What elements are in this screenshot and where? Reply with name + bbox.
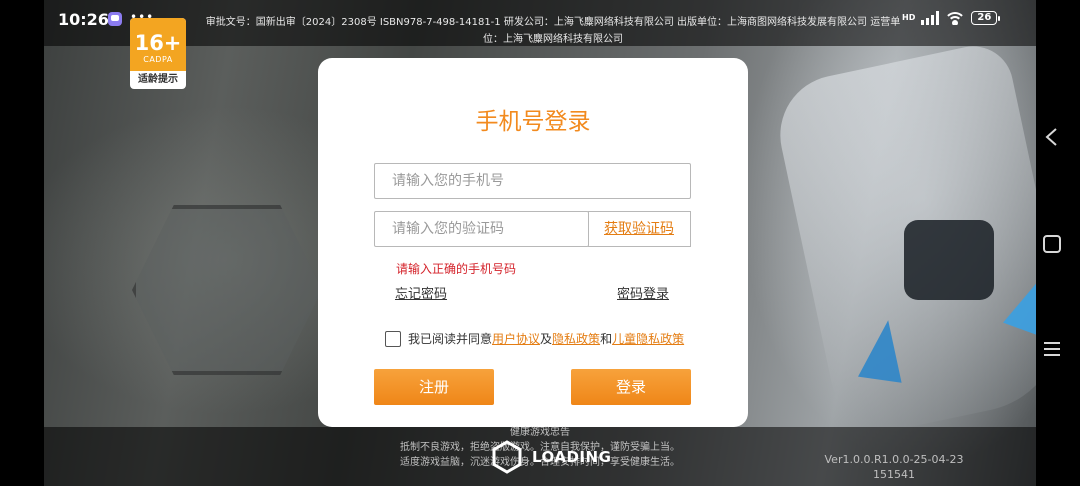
agreement-prefix: 我已阅读并同意 <box>408 332 493 346</box>
version-info: Ver1.0.0.R1.0.0-25-04-23 151541 <box>812 452 976 482</box>
loading-indicator: LOADING <box>490 440 611 474</box>
agreement-and-2: 和 <box>600 332 613 346</box>
phone-field[interactable] <box>374 163 691 199</box>
login-button[interactable]: 登录 <box>571 369 691 405</box>
password-login-link[interactable]: 密码登录 <box>617 283 669 302</box>
error-message: 请输入正确的手机号码 <box>396 262 517 276</box>
get-code-button[interactable]: 获取验证码 <box>588 211 691 247</box>
age-rating-label: 适龄提示 <box>138 74 178 85</box>
back-chevron-icon[interactable] <box>1041 126 1063 148</box>
background-armor-plate <box>769 38 1036 442</box>
agreement-row: 我已阅读并同意 用户协议 及 隐私政策 和 儿童隐私政策 <box>385 330 684 347</box>
login-dialog: 手机号登录 获取验证码 请输入正确的手机号码 忘记密码 密码登录 我已阅读并同意… <box>318 58 748 427</box>
phone-input[interactable] <box>375 164 690 198</box>
status-time: 10:26 <box>58 10 109 29</box>
loading-text: LOADING <box>532 448 612 466</box>
age-rating-org: CADPA <box>143 55 173 64</box>
child-privacy-link[interactable]: 儿童隐私政策 <box>612 330 684 347</box>
notification-app-icon <box>108 12 122 26</box>
age-rating: 16+ <box>134 31 182 55</box>
user-agreement-link[interactable]: 用户协议 <box>492 330 540 347</box>
register-button[interactable]: 注册 <box>374 369 494 405</box>
wifi-icon <box>945 11 966 25</box>
forgot-password-link[interactable]: 忘记密码 <box>395 283 447 302</box>
privacy-policy-link[interactable]: 隐私政策 <box>552 330 600 347</box>
battery-level: 26 <box>971 11 998 25</box>
code-field[interactable] <box>374 211 589 247</box>
status-icons: HD 26 <box>902 11 1001 25</box>
version-line-1: Ver1.0.0.R1.0.0-25-04-23 <box>824 453 964 466</box>
dialog-title: 手机号登录 <box>475 109 591 135</box>
agreement-checkbox[interactable] <box>385 330 401 347</box>
signal-icon <box>921 11 940 25</box>
background-dark-slot <box>904 220 994 300</box>
code-input[interactable] <box>375 212 588 246</box>
loading-hex-icon <box>492 440 522 474</box>
home-square-icon[interactable] <box>1041 233 1063 255</box>
agreement-and-1: 及 <box>540 332 553 346</box>
age-rating-badge: 16+ CADPA 适龄提示 <box>130 18 186 89</box>
license-info: 审批文号：国新出审〔2024〕2308号 ISBN978-7-498-14181… <box>205 17 901 45</box>
background-hex-panel <box>132 205 322 375</box>
left-letterbox <box>0 0 44 486</box>
health-notice-title: 健康游戏忠告 <box>510 427 570 438</box>
menu-lines-icon[interactable] <box>1041 338 1063 360</box>
version-line-2: 151541 <box>873 468 915 481</box>
background-blue-light <box>858 317 910 383</box>
battery-icon: 26 <box>971 11 1001 25</box>
